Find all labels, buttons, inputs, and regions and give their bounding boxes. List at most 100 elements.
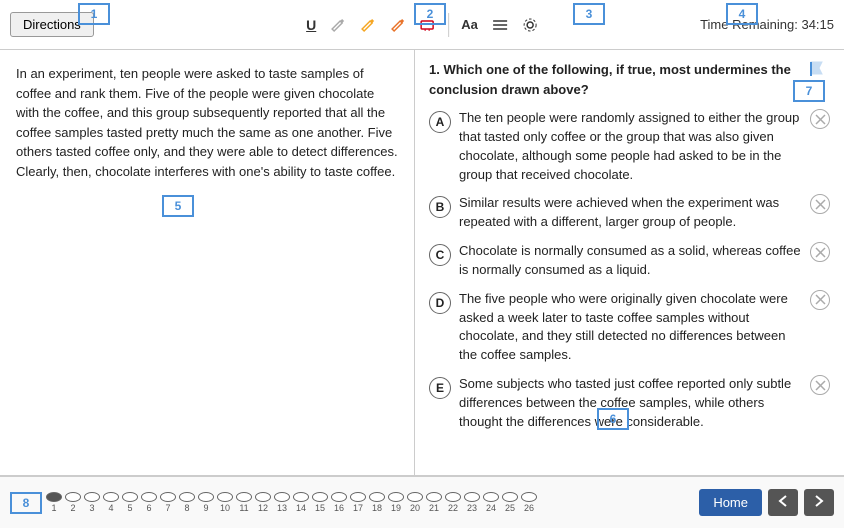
- answer-circle-e[interactable]: E: [429, 377, 451, 399]
- dot-container-2: 2: [65, 492, 81, 513]
- question-dot-4[interactable]: [103, 492, 119, 502]
- underline-tool[interactable]: U: [300, 13, 322, 37]
- question-dot-23[interactable]: [464, 492, 480, 502]
- answer-text-a: The ten people were randomly assigned to…: [459, 109, 810, 184]
- dot-container-4: 4: [103, 492, 119, 513]
- question-dot-3[interactable]: [84, 492, 100, 502]
- answer-option-e: E Some subjects who tasted just coffee r…: [429, 375, 830, 432]
- dot-container-14: 14: [293, 492, 309, 513]
- dot-container-10: 10: [217, 492, 233, 513]
- question-dot-5[interactable]: [122, 492, 138, 502]
- dot-label-13: 13: [277, 503, 287, 513]
- question-dot-13[interactable]: [274, 492, 290, 502]
- flag-button[interactable]: [804, 60, 830, 83]
- question-text: 1. Which one of the following, if true, …: [429, 60, 804, 99]
- answer-circle-a[interactable]: A: [429, 111, 451, 133]
- prev-button[interactable]: [768, 489, 798, 516]
- question-dot-16[interactable]: [331, 492, 347, 502]
- eliminate-e-button[interactable]: [810, 375, 830, 395]
- question-dot-21[interactable]: [426, 492, 442, 502]
- dot-container-3: 3: [84, 492, 100, 513]
- dot-label-19: 19: [391, 503, 401, 513]
- dot-container-21: 21: [426, 492, 442, 513]
- dot-container-15: 15: [312, 492, 328, 513]
- question-dots: 1234567891011121314151617181920212223242…: [46, 492, 699, 513]
- question-dot-1[interactable]: [46, 492, 62, 502]
- dot-label-11: 11: [239, 503, 248, 513]
- dot-container-24: 24: [483, 492, 499, 513]
- dot-container-20: 20: [407, 492, 423, 513]
- question-dot-11[interactable]: [236, 492, 252, 502]
- eliminate-a-button[interactable]: [810, 109, 830, 129]
- question-dot-6[interactable]: [141, 492, 157, 502]
- dot-label-9: 9: [203, 503, 208, 513]
- dot-label-10: 10: [220, 503, 230, 513]
- question-body-text: Which one of the following, if true, mos…: [429, 62, 791, 97]
- question-dot-25[interactable]: [502, 492, 518, 502]
- font-tool[interactable]: Aa: [455, 13, 484, 36]
- question-dot-10[interactable]: [217, 492, 233, 502]
- question-dot-8[interactable]: [179, 492, 195, 502]
- eliminate-c-button[interactable]: [810, 242, 830, 262]
- dot-label-1: 1: [51, 503, 56, 513]
- answer-circle-d[interactable]: D: [429, 292, 451, 314]
- question-dot-14[interactable]: [293, 492, 309, 502]
- dot-container-22: 22: [445, 492, 461, 513]
- eraser-tool[interactable]: [414, 14, 442, 36]
- directions-button[interactable]: Directions: [10, 12, 94, 37]
- dot-label-23: 23: [467, 503, 477, 513]
- dot-container-25: 25: [502, 492, 518, 513]
- question-dot-2[interactable]: [65, 492, 81, 502]
- answer-option-a: A The ten people were randomly assigned …: [429, 109, 830, 184]
- question-dot-9[interactable]: [198, 492, 214, 502]
- toolbar-divider: [448, 13, 449, 37]
- home-button[interactable]: Home: [699, 489, 762, 516]
- dot-label-12: 12: [258, 503, 268, 513]
- question-dot-18[interactable]: [369, 492, 385, 502]
- dot-label-18: 18: [372, 503, 382, 513]
- dot-label-7: 7: [165, 503, 170, 513]
- toolbar-right: Time Remaining: 34:15: [700, 17, 834, 32]
- question-dot-7[interactable]: [160, 492, 176, 502]
- dot-container-1: 1: [46, 492, 62, 513]
- answer-text-c: Chocolate is normally consumed as a soli…: [459, 242, 810, 280]
- dot-container-11: 11: [236, 492, 252, 513]
- dot-label-26: 26: [524, 503, 534, 513]
- question-header: 1. Which one of the following, if true, …: [429, 60, 830, 99]
- dot-label-24: 24: [486, 503, 496, 513]
- question-dot-19[interactable]: [388, 492, 404, 502]
- dot-container-19: 19: [388, 492, 404, 513]
- dot-label-8: 8: [184, 503, 189, 513]
- question-dot-17[interactable]: [350, 492, 366, 502]
- dot-label-2: 2: [70, 503, 75, 513]
- question-dot-12[interactable]: [255, 492, 271, 502]
- eliminate-b-button[interactable]: [810, 194, 830, 214]
- pencil3-tool[interactable]: [384, 13, 412, 37]
- eliminate-d-button[interactable]: [810, 290, 830, 310]
- dot-label-17: 17: [353, 503, 363, 513]
- dot-label-21: 21: [429, 503, 439, 513]
- answer-circle-b[interactable]: B: [429, 196, 451, 218]
- toolbar-center: U Aa: [300, 13, 544, 37]
- question-dot-24[interactable]: [483, 492, 499, 502]
- lines-tool[interactable]: [486, 14, 514, 36]
- answer-text-b: Similar results were achieved when the e…: [459, 194, 810, 232]
- bottom-right: Home: [699, 489, 834, 516]
- dot-label-15: 15: [315, 503, 325, 513]
- annotation-8: 8: [10, 492, 42, 514]
- answer-option-b: B Similar results were achieved when the…: [429, 194, 830, 232]
- question-dot-20[interactable]: [407, 492, 423, 502]
- dot-container-12: 12: [255, 492, 271, 513]
- question-dot-26[interactable]: [521, 492, 537, 502]
- bottom-bar: 8 12345678910111213141516171819202122232…: [0, 476, 844, 528]
- next-button[interactable]: [804, 489, 834, 516]
- dot-container-6: 6: [141, 492, 157, 513]
- question-dot-15[interactable]: [312, 492, 328, 502]
- question-dot-22[interactable]: [445, 492, 461, 502]
- passage-panel: In an experiment, ten people were asked …: [0, 50, 415, 475]
- settings-tool[interactable]: [516, 13, 544, 37]
- pencil2-tool[interactable]: [354, 13, 382, 37]
- answer-circle-c[interactable]: C: [429, 244, 451, 266]
- pencil1-tool[interactable]: [324, 13, 352, 37]
- dot-container-23: 23: [464, 492, 480, 513]
